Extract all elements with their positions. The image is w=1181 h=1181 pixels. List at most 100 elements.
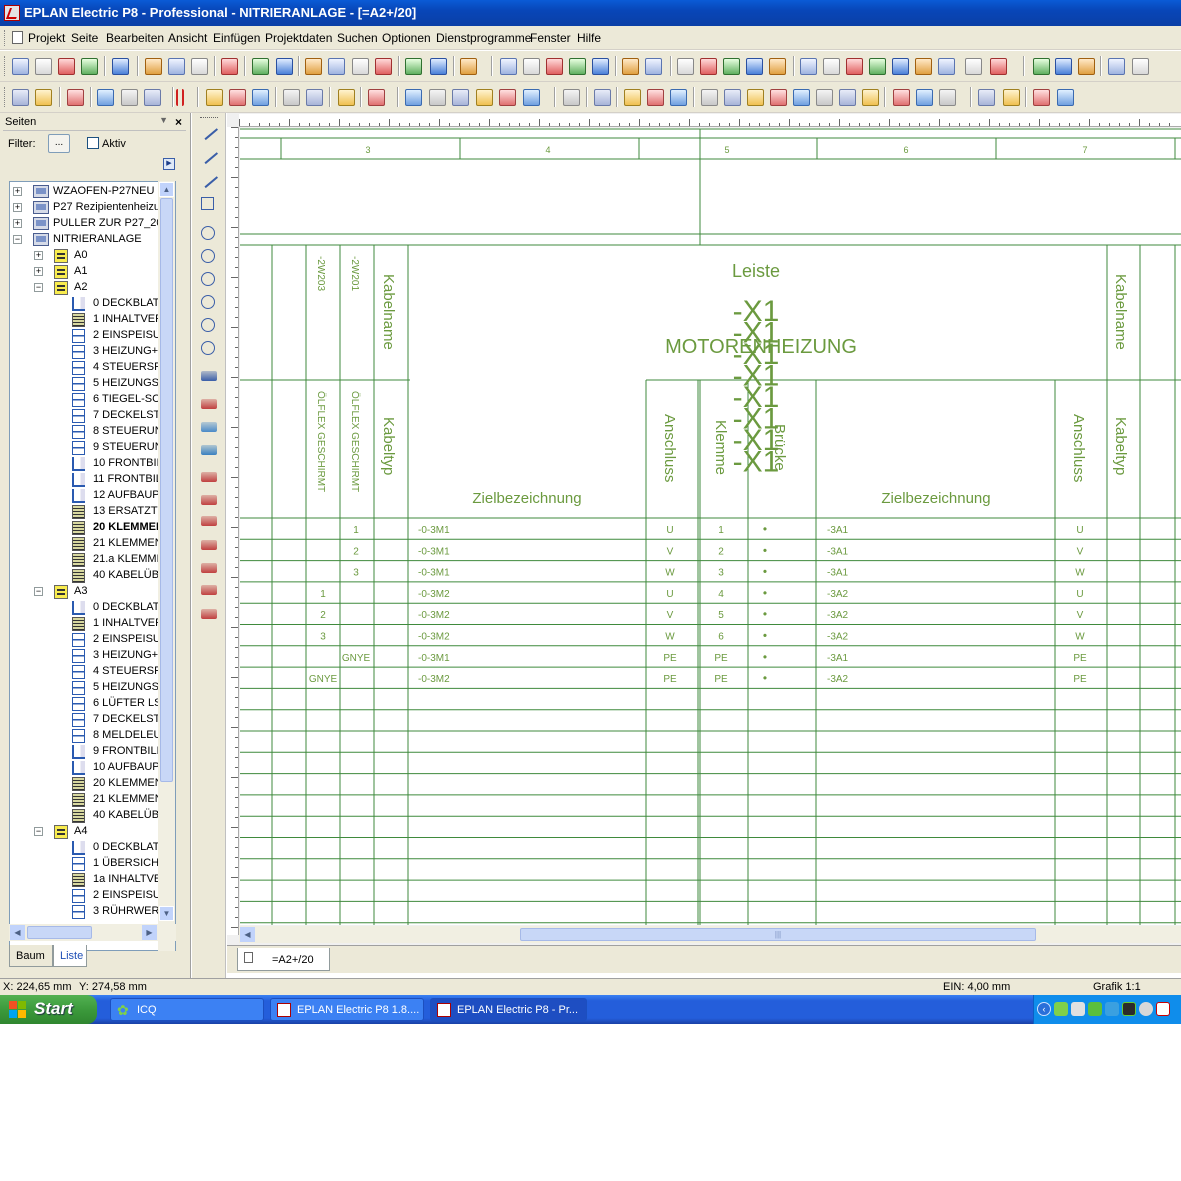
- tree-item[interactable]: 2 EINSPEISUN: [10, 328, 169, 344]
- drawing-tool-icon[interactable]: [201, 272, 215, 286]
- tree-item[interactable]: + PULLER ZUR P27_20: [10, 216, 162, 232]
- menu-dienstprogramme[interactable]: Dienstprogramme: [436, 31, 531, 45]
- tray-terminal-icon[interactable]: [1122, 1002, 1136, 1016]
- toolbar-button-icon[interactable]: [846, 58, 863, 75]
- pin-icon[interactable]: ▼: [159, 115, 168, 125]
- scroll-thumb[interactable]: [160, 198, 173, 782]
- tree-item[interactable]: + A1: [10, 264, 160, 280]
- toolbar-button-icon[interactable]: [594, 89, 611, 106]
- menu-projekt[interactable]: Projekt: [28, 31, 65, 45]
- scroll-thumb-h[interactable]: [27, 926, 92, 939]
- toolbar-button-icon[interactable]: [352, 58, 369, 75]
- tree-item[interactable]: 6 TIEGEL-SCH: [10, 392, 168, 408]
- toolbar-button-icon[interactable]: [1108, 58, 1125, 75]
- drawing-tool-icon[interactable]: [201, 472, 217, 482]
- drawing-tool-icon[interactable]: [201, 563, 217, 573]
- aktiv-checkbox[interactable]: [87, 137, 99, 149]
- tree-item[interactable]: 9 FRONTBILD: [10, 744, 165, 760]
- toolbar-button-icon[interactable]: [121, 89, 138, 106]
- toolbar-button-icon[interactable]: [769, 58, 786, 75]
- drawing-tool-icon[interactable]: [199, 146, 219, 165]
- tray-sync-icon[interactable]: [1105, 1002, 1119, 1016]
- toolbar-button-icon[interactable]: [81, 58, 98, 75]
- menu-seite[interactable]: Seite: [71, 31, 98, 45]
- expand-icon[interactable]: +: [13, 219, 22, 228]
- toolbar-button-icon[interactable]: [12, 89, 29, 106]
- tray-icq-icon[interactable]: [1054, 1002, 1068, 1016]
- toolbar-button-icon[interactable]: [670, 89, 687, 106]
- tree-item[interactable]: 0 DECKBLATT: [10, 840, 166, 856]
- toolbar-button-icon[interactable]: [67, 89, 84, 106]
- eplan-app-icon[interactable]: [4, 5, 20, 21]
- tree-item[interactable]: 20 KLEMMEN: [10, 520, 164, 536]
- tree-item[interactable]: 1 ÜBERSICHT: [10, 856, 166, 872]
- toolbar-button-icon[interactable]: [283, 89, 300, 106]
- tree-item[interactable]: − NITRIERANLAGE: [10, 232, 160, 248]
- drawing-tool-icon[interactable]: [201, 495, 217, 505]
- drawing-tool-icon[interactable]: [201, 540, 217, 550]
- toolbar-button-icon[interactable]: [97, 89, 114, 106]
- tree-item[interactable]: 8 MELDELEUC: [10, 728, 169, 744]
- tree-item[interactable]: 6 LÜFTER LSL: [10, 696, 168, 712]
- toolbar-button-icon[interactable]: [375, 58, 392, 75]
- toolbar-button-icon[interactable]: [645, 58, 662, 75]
- menu-ansicht[interactable]: Ansicht: [168, 31, 207, 45]
- toolbar-button-icon[interactable]: [405, 89, 422, 106]
- tree-item[interactable]: 9 STEUERUNG: [10, 440, 171, 456]
- toolbar-button-icon[interactable]: [747, 89, 764, 106]
- tree-item[interactable]: 4 STEUERSPA: [10, 360, 168, 376]
- page-tree[interactable]: + WZAOFEN-P27NEU + P27 Rezipientenheizu + PUL…: [9, 181, 176, 951]
- tree-horizontal-scrollbar[interactable]: ◀ ▶: [9, 924, 176, 941]
- tree-item[interactable]: + P27 Rezipientenheizu: [10, 200, 160, 216]
- tree-item[interactable]: 4 STEUERSPA: [10, 664, 168, 680]
- toolbar-button-icon[interactable]: [276, 58, 293, 75]
- toolbar-button-icon[interactable]: [252, 89, 269, 106]
- drawing-tool-icon[interactable]: [201, 249, 215, 263]
- tree-item[interactable]: 12 AUFBAUPL: [10, 488, 166, 504]
- tree-item[interactable]: 21.a KLEMME: [10, 552, 164, 568]
- document-tab[interactable]: =A2+/20: [237, 948, 330, 971]
- toolbar-button-icon[interactable]: [622, 58, 639, 75]
- toolbar-button-icon[interactable]: [1033, 58, 1050, 75]
- toolbar-button-icon[interactable]: [800, 58, 817, 75]
- menu-einfuegen[interactable]: Einfügen: [213, 31, 260, 45]
- tree-item[interactable]: 10 FRONTBILI: [10, 456, 166, 472]
- toolbar-button-icon[interactable]: [1055, 58, 1072, 75]
- tree-item[interactable]: 5 HEIZUNGSR: [10, 376, 167, 392]
- toolbar-button-icon[interactable]: [916, 89, 933, 106]
- toolbar-button-icon[interactable]: [1033, 89, 1050, 106]
- toolbar-button-icon[interactable]: [978, 89, 995, 106]
- toolbar-button-icon[interactable]: [338, 89, 355, 106]
- tree-item[interactable]: 3 HEIZUNG+L: [10, 648, 164, 664]
- toolbar-button-icon[interactable]: [452, 89, 469, 106]
- toolbar-button-icon[interactable]: [893, 89, 910, 106]
- toolbar-button-icon[interactable]: [145, 58, 162, 75]
- toolbar-button-icon[interactable]: [306, 89, 323, 106]
- toolbar-button-icon[interactable]: [252, 58, 269, 75]
- expand-icon[interactable]: +: [34, 267, 43, 276]
- toolbar-button-icon[interactable]: [112, 58, 129, 75]
- tree-item[interactable]: 21 KLEMMENF: [10, 536, 169, 552]
- tree-item[interactable]: 40 KABELÜBE: [10, 568, 166, 584]
- tree-item[interactable]: 5 HEIZUNGSR: [10, 680, 167, 696]
- drawing-tool-icon[interactable]: [201, 197, 214, 210]
- toolbar-button-icon[interactable]: [546, 58, 563, 75]
- drawing-tool-icon[interactable]: [201, 445, 217, 455]
- drawing-tool-icon[interactable]: [201, 371, 217, 381]
- taskbar-item-eplan-18[interactable]: EPLAN Electric P8 1.8....: [270, 998, 424, 1021]
- menu-suchen[interactable]: Suchen: [337, 31, 378, 45]
- toolbar-button-icon[interactable]: [328, 58, 345, 75]
- scroll-up-icon[interactable]: ▲: [159, 182, 174, 197]
- tree-item[interactable]: 2 EINSPEISUN: [10, 888, 169, 904]
- drawing-tool-icon[interactable]: [201, 516, 217, 526]
- toolbar-button-icon[interactable]: [229, 89, 246, 106]
- toolbar-button-icon[interactable]: [793, 89, 810, 106]
- toolbar-button-icon[interactable]: [592, 58, 609, 75]
- tree-item[interactable]: 7 DECKELSTE: [10, 712, 168, 728]
- toolbar-button-icon[interactable]: [647, 89, 664, 106]
- toolbar-button-icon[interactable]: [144, 89, 161, 106]
- tray-language-icon[interactable]: [1139, 1002, 1153, 1016]
- start-button[interactable]: Start: [0, 995, 97, 1024]
- tree-item[interactable]: 1 INHALTVERZ: [10, 616, 170, 632]
- menu-hilfe[interactable]: Hilfe: [577, 31, 601, 45]
